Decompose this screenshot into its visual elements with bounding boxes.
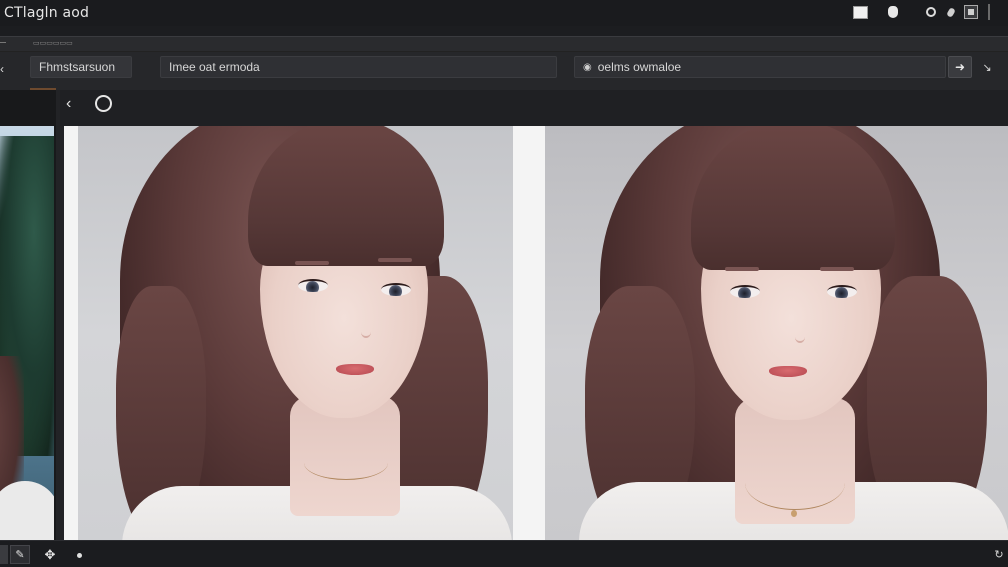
image-panel-1[interactable] [78,126,513,540]
submit-button[interactable]: ➜ [948,56,972,78]
eyebrow-left [725,267,759,271]
prompt-input-text: Imee oat ermoda [169,60,260,74]
circle-icon[interactable] [95,95,112,112]
strip-tick [0,42,6,43]
viewer-header [60,90,1008,126]
eye-right [827,285,857,298]
secondary-strip: ▭▭▭▭▭▭ [0,36,1008,52]
options-input-text: oelms owmaloe [597,60,682,74]
thumbnail-image[interactable] [0,126,54,540]
eyebrow-right [820,267,854,271]
shirt-shape [0,481,54,540]
radio-icon: ◉ [583,61,592,73]
dot-icon[interactable] [77,553,82,558]
back-icon[interactable]: ‹ [66,95,80,113]
strip-label: ▭▭▭▭▭▭ [33,40,73,47]
eyebrow-right [378,258,412,262]
rotate-icon[interactable]: ↻ [992,547,1006,561]
window-title: CTlagln aod [4,5,90,21]
necklace [745,456,845,510]
chevron-left-icon[interactable]: ‹ [0,62,8,80]
white-square-icon[interactable] [853,5,868,19]
preset-selector-label: Fhmstsarsuon [39,60,116,74]
bottom-toolbar: ✎ ✥ ↻ [0,540,1008,567]
image-frame-gap [513,126,545,540]
image-panel-2[interactable] [545,126,1008,540]
arrow-diagonal-icon: ↘ [982,61,992,74]
title-bar: CTlagln aod [0,0,1008,26]
nose [361,326,371,338]
nose [795,331,805,343]
pencil-button[interactable]: ✎ [10,545,30,564]
options-input[interactable]: ◉ oelms owmaloe [574,56,946,78]
mouth [336,364,374,375]
shield-icon[interactable] [888,6,898,18]
left-divider[interactable] [56,90,64,540]
necklace [304,446,388,480]
box-icon[interactable] [964,5,978,19]
prompt-input[interactable]: Imee oat ermoda [160,56,557,78]
eye-left [730,285,760,298]
toolbar: ‹ Fhmstsarsuon Imee oat ermoda ◉ oelms o… [0,52,1008,90]
portrait-figure-1 [78,126,513,540]
eye-left [298,279,328,292]
eye-right [381,283,411,296]
dot-icon[interactable] [946,6,956,18]
bottom-left-handle[interactable] [0,545,8,564]
ring-icon[interactable] [926,7,936,17]
pencil-icon: ✎ [15,549,25,561]
expand-button[interactable]: ↘ [978,58,996,76]
arrow-right-icon: ➜ [954,60,966,74]
mouth [769,366,807,377]
image-frame-left [64,126,78,540]
bangs [248,126,444,266]
titlebar-separator [988,4,990,20]
move-icon[interactable]: ✥ [42,547,58,563]
titlebar-icons [853,4,990,20]
pendant [791,510,797,517]
portrait-figure-2 [545,126,1008,540]
eyebrow-left [295,261,329,265]
preset-selector[interactable]: Fhmstsarsuon [30,56,132,78]
